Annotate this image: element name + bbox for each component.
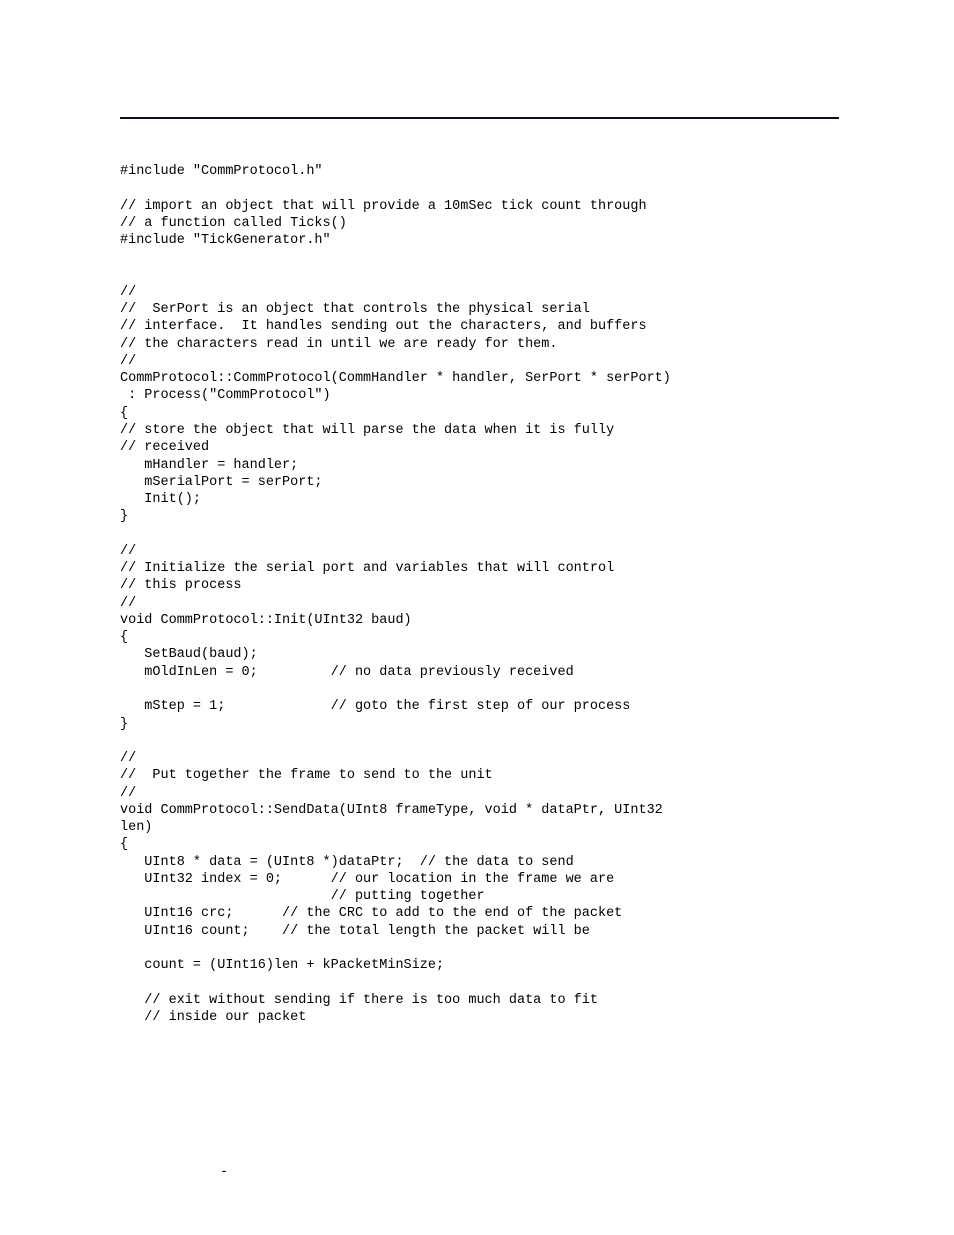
code-line: // store the object that will parse the … [120, 423, 614, 438]
code-line: SetBaud(baud); [120, 647, 258, 662]
code-line: // received [120, 440, 209, 455]
code-line: mSerialPort = serPort; [120, 475, 323, 490]
code-line: // this process [120, 578, 242, 593]
code-line: mHandler = handler; [120, 458, 298, 473]
code-line: // [120, 786, 136, 801]
code-line: // interface. It handles sending out the… [120, 319, 647, 334]
code-line: // SerPort is an object that controls th… [120, 302, 590, 317]
code-line: { [120, 630, 128, 645]
code-line: { [120, 406, 128, 421]
code-line: // import an object that will provide a … [120, 199, 647, 214]
code-line: mStep = 1; // goto the first step of our… [120, 699, 630, 714]
code-line: // exit without sending if there is too … [120, 993, 598, 1008]
code-line: { [120, 837, 128, 852]
code-line: count = (UInt16)len + kPacketMinSize; [120, 958, 444, 973]
code-line: len) [120, 820, 152, 835]
code-line: // [120, 596, 136, 611]
code-line: Init(); [120, 492, 201, 507]
code-line: UInt16 count; // the total length the pa… [120, 924, 590, 939]
code-line: // inside our packet [120, 1010, 306, 1025]
code-line: UInt16 crc; // the CRC to add to the end… [120, 906, 622, 921]
code-line: } [120, 509, 128, 524]
code-line: // putting together [120, 889, 485, 904]
code-line: void CommProtocol::Init(UInt32 baud) [120, 613, 412, 628]
code-line: } [120, 717, 128, 732]
page-footer-dash: - [220, 1164, 228, 1181]
code-line: // a function called Ticks() [120, 216, 347, 231]
code-line: : Process("CommProtocol") [120, 388, 331, 403]
code-line: // [120, 354, 136, 369]
code-line: // Put together the frame to send to the… [120, 768, 493, 783]
code-line: // the characters read in until we are r… [120, 337, 557, 352]
header-rule [120, 117, 839, 119]
code-block: #include "CommProtocol.h" // import an o… [120, 163, 839, 1026]
code-line: // [120, 544, 136, 559]
code-line: mOldInLen = 0; // no data previously rec… [120, 665, 574, 680]
code-line: void CommProtocol::SendData(UInt8 frameT… [120, 803, 663, 818]
code-line: // [120, 751, 136, 766]
code-line: #include "TickGenerator.h" [120, 233, 331, 248]
code-line: #include "CommProtocol.h" [120, 164, 323, 179]
code-line: // [120, 285, 136, 300]
code-line: UInt32 index = 0; // our location in the… [120, 872, 614, 887]
code-line: UInt8 * data = (UInt8 *)dataPtr; // the … [120, 855, 574, 870]
code-line: // Initialize the serial port and variab… [120, 561, 614, 576]
code-line: CommProtocol::CommProtocol(CommHandler *… [120, 371, 671, 386]
